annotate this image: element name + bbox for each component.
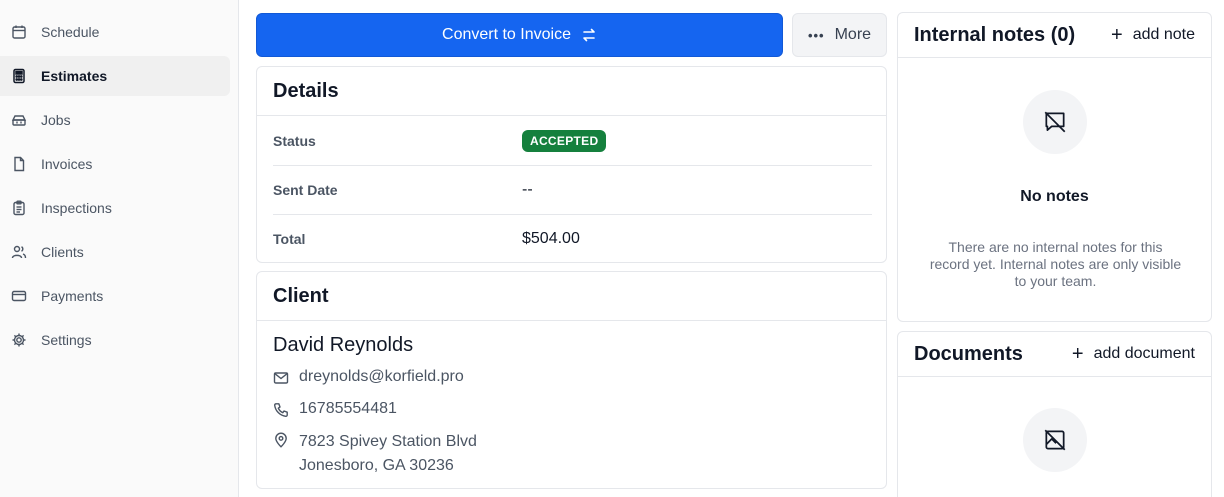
sent-date-label: Sent Date: [273, 181, 338, 198]
calculator-icon: [11, 68, 27, 84]
sidebar-item-jobs[interactable]: Jobs: [0, 100, 230, 140]
documents-card: Documents + add document: [897, 331, 1212, 497]
plus-icon: +: [1071, 343, 1084, 365]
client-header: Client: [257, 272, 886, 321]
sidebar-item-invoices[interactable]: Invoices: [0, 144, 230, 184]
details-row-total: Total $504.00: [273, 214, 872, 262]
convert-to-invoice-button[interactable]: Convert to Invoice: [256, 13, 783, 57]
envelope-icon: [273, 370, 289, 386]
phone-icon: [273, 402, 289, 418]
sidebar-item-label: Schedule: [41, 24, 100, 40]
client-address-line1: 7823 Spivey Station Blvd: [299, 433, 477, 450]
sent-date-value: --: [522, 180, 533, 198]
message-off-icon: [1044, 111, 1066, 133]
add-note-label: add note: [1132, 26, 1195, 43]
no-documents-icon-wrap: [1023, 408, 1087, 472]
plus-icon: +: [1111, 24, 1123, 46]
sidebar-item-label: Settings: [41, 332, 92, 348]
no-notes-icon-wrap: [1023, 90, 1087, 154]
sidebar-item-payments[interactable]: Payments: [0, 276, 230, 316]
users-icon: [11, 244, 27, 260]
ellipsis-icon: •••: [807, 27, 825, 43]
client-email-row[interactable]: dreynolds@korfield.pro: [273, 368, 464, 386]
client-address-line2: Jonesboro, GA 30236: [299, 457, 454, 474]
clipboard-icon: [11, 200, 27, 216]
more-button[interactable]: ••• More: [792, 13, 887, 57]
toolbox-icon: [11, 112, 27, 128]
client-phone: 16785554481: [299, 400, 397, 417]
client-card: Client David Reynolds dreynolds@korfield…: [256, 271, 887, 489]
calendar-icon: [11, 24, 27, 40]
more-label: More: [834, 26, 872, 43]
details-row-status: Status ACCEPTED: [273, 116, 872, 165]
total-label: Total: [273, 230, 306, 247]
sidebar-item-label: Clients: [41, 244, 84, 260]
total-value: $504.00: [522, 229, 580, 247]
client-phone-row[interactable]: 16785554481: [273, 400, 397, 418]
details-row-sent-date: Sent Date --: [273, 165, 872, 214]
sidebar-item-label: Estimates: [41, 68, 108, 84]
sidebar-item-label: Invoices: [41, 156, 93, 172]
add-document-label: add document: [1093, 345, 1195, 362]
client-email: dreynolds@korfield.pro: [299, 368, 464, 385]
empty-notes-description: There are no internal notes for this rec…: [929, 239, 1182, 289]
sidebar-item-label: Jobs: [41, 112, 71, 128]
internal-notes-title: Internal notes (0): [914, 23, 1076, 46]
credit-card-icon: [11, 288, 27, 304]
image-off-icon: [1044, 429, 1066, 451]
documents-header: Documents + add document: [898, 332, 1211, 377]
status-badge: ACCEPTED: [522, 129, 607, 152]
sidebar-item-schedule[interactable]: Schedule: [0, 12, 230, 52]
client-name: David Reynolds: [273, 334, 414, 356]
details-title: Details: [273, 79, 339, 102]
sidebar-item-clients[interactable]: Clients: [0, 232, 230, 272]
client-address-row: 7823 Spivey Station Blvd Jonesboro, GA 3…: [273, 430, 477, 478]
internal-notes-card: Internal notes (0) + add note No notes T…: [897, 12, 1212, 322]
convert-label: Convert to Invoice: [442, 26, 571, 43]
sidebar-item-label: Inspections: [41, 200, 112, 216]
arrows-exchange-icon: [583, 28, 595, 42]
client-title: Client: [273, 284, 329, 307]
sidebar: Schedule Estimates Jobs Invoices Inspect…: [0, 0, 239, 497]
details-header: Details: [257, 67, 886, 116]
add-note-button[interactable]: + add note: [1111, 25, 1195, 45]
documents-title: Documents: [914, 342, 1023, 365]
add-document-button[interactable]: + add document: [1072, 344, 1195, 364]
sidebar-item-label: Payments: [41, 288, 104, 304]
map-pin-icon: [273, 432, 289, 448]
gear-icon: [11, 332, 27, 348]
file-icon: [11, 156, 27, 172]
empty-notes-title: No notes: [1020, 188, 1089, 205]
sidebar-item-estimates[interactable]: Estimates: [0, 56, 230, 96]
internal-notes-header: Internal notes (0) + add note: [898, 13, 1211, 58]
sidebar-item-inspections[interactable]: Inspections: [0, 188, 230, 228]
sidebar-item-settings[interactable]: Settings: [0, 320, 230, 360]
status-label: Status: [273, 132, 316, 149]
details-card: Details Status ACCEPTED Sent Date -- Tot…: [256, 66, 887, 263]
